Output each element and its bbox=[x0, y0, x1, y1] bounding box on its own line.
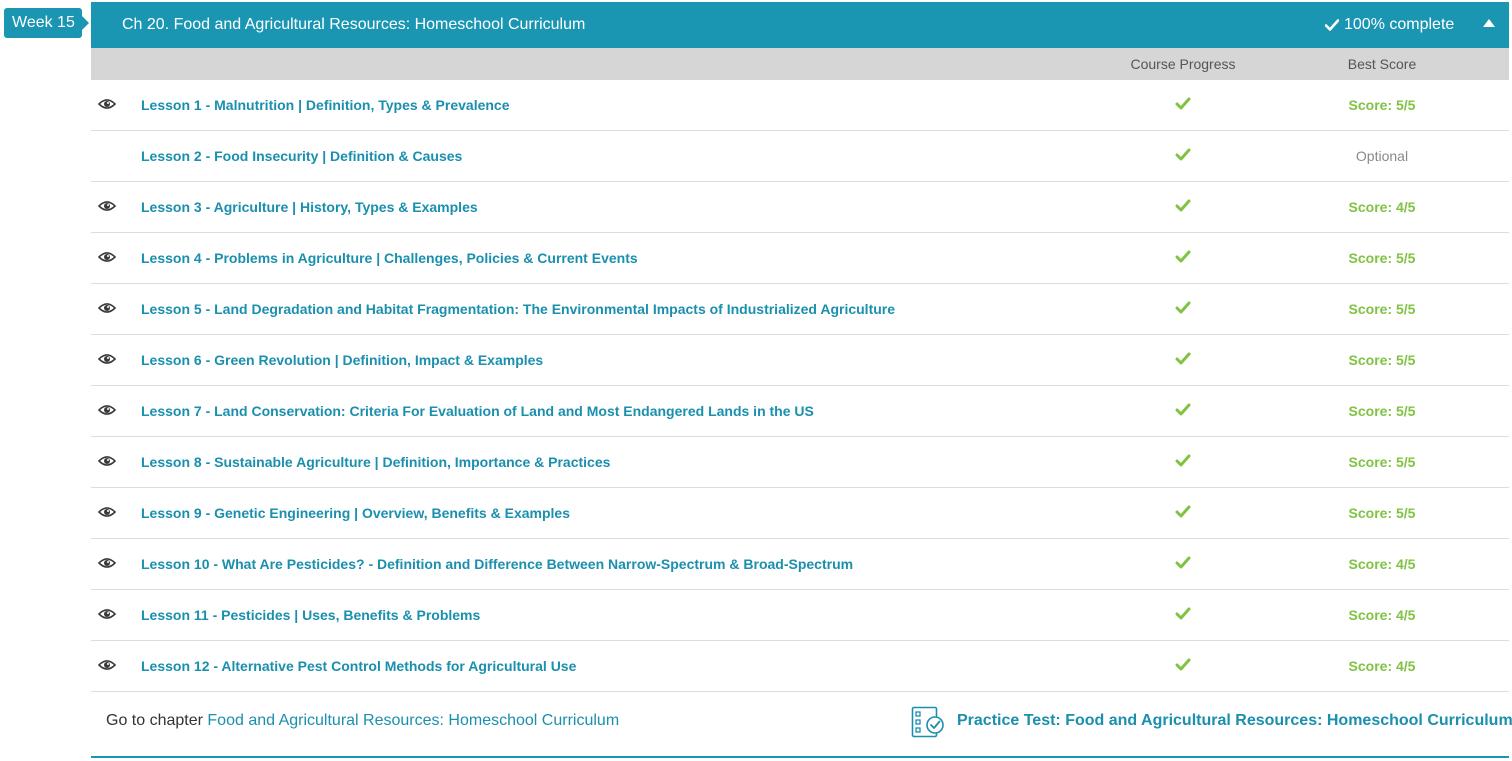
lesson-list: Lesson 1 - Malnutrition | Definition, Ty… bbox=[91, 80, 1509, 692]
lesson-link[interactable]: Lesson 9 - Genetic Engineering | Overvie… bbox=[141, 488, 570, 538]
lesson-score: Score: 5/5 bbox=[1348, 505, 1416, 521]
checkmark-icon bbox=[1325, 18, 1339, 31]
checkmark-icon bbox=[1175, 607, 1191, 620]
eye-icon[interactable] bbox=[98, 98, 116, 110]
lesson-row: Lesson 7 - Land Conservation: Criteria F… bbox=[91, 386, 1509, 437]
lesson-score: Score: 5/5 bbox=[1348, 454, 1416, 470]
eye-icon[interactable] bbox=[98, 659, 116, 671]
week-badge: Week 15 bbox=[4, 8, 89, 38]
checkmark-icon bbox=[1175, 97, 1191, 110]
checkmark-icon bbox=[1175, 301, 1191, 314]
checkmark-icon bbox=[1175, 556, 1191, 569]
lesson-row: Lesson 12 - Alternative Pest Control Met… bbox=[91, 641, 1509, 692]
checkmark-icon bbox=[1175, 148, 1191, 161]
lesson-link[interactable]: Lesson 4 - Problems in Agriculture | Cha… bbox=[141, 233, 638, 283]
completion-text: 100% complete bbox=[1344, 16, 1455, 33]
checkmark-icon bbox=[1175, 352, 1191, 365]
lesson-score: Score: 4/5 bbox=[1348, 658, 1416, 674]
column-header-row: Course Progress Best Score bbox=[91, 48, 1509, 80]
eye-icon[interactable] bbox=[98, 455, 116, 467]
lesson-row: Lesson 6 - Green Revolution | Definition… bbox=[91, 335, 1509, 386]
goto-chapter: Go to chapter Food and Agricultural Reso… bbox=[106, 692, 619, 749]
lesson-row: Lesson 2 - Food Insecurity | Definition … bbox=[91, 131, 1509, 182]
checkmark-icon bbox=[1175, 454, 1191, 467]
eye-icon[interactable] bbox=[98, 353, 116, 365]
chapter-footer: Go to chapter Food and Agricultural Reso… bbox=[91, 692, 1512, 758]
completion-status: 100% complete bbox=[1325, 2, 1454, 47]
lesson-score: Optional bbox=[1355, 148, 1409, 164]
lesson-row: Lesson 9 - Genetic Engineering | Overvie… bbox=[91, 488, 1509, 539]
lesson-link[interactable]: Lesson 6 - Green Revolution | Definition… bbox=[141, 335, 543, 385]
checkmark-icon bbox=[1175, 199, 1191, 212]
checklist-icon[interactable] bbox=[911, 706, 945, 738]
checkmark-icon bbox=[1175, 250, 1191, 263]
practice-test-link[interactable]: Practice Test: Food and Agricultural Res… bbox=[957, 692, 1512, 749]
lesson-link[interactable]: Lesson 3 - Agriculture | History, Types … bbox=[141, 182, 478, 232]
eye-icon[interactable] bbox=[98, 200, 116, 212]
eye-icon[interactable] bbox=[98, 608, 116, 620]
eye-icon[interactable] bbox=[98, 404, 116, 416]
chapter-header[interactable]: Ch 20. Food and Agricultural Resources: … bbox=[91, 2, 1509, 48]
lesson-row: Lesson 8 - Sustainable Agriculture | Def… bbox=[91, 437, 1509, 488]
lesson-link[interactable]: Lesson 1 - Malnutrition | Definition, Ty… bbox=[141, 80, 510, 130]
chapter-title[interactable]: Ch 20. Food and Agricultural Resources: … bbox=[122, 2, 585, 47]
checkmark-icon bbox=[1175, 505, 1191, 518]
eye-icon[interactable] bbox=[98, 557, 116, 569]
eye-icon[interactable] bbox=[98, 506, 116, 518]
eye-icon[interactable] bbox=[98, 251, 116, 263]
lesson-score: Score: 4/5 bbox=[1348, 199, 1416, 215]
lesson-link[interactable]: Lesson 10 - What Are Pesticides? - Defin… bbox=[141, 539, 853, 589]
lesson-link[interactable]: Lesson 12 - Alternative Pest Control Met… bbox=[141, 641, 576, 691]
checkmark-icon bbox=[1175, 658, 1191, 671]
lesson-row: Lesson 5 - Land Degradation and Habitat … bbox=[91, 284, 1509, 335]
column-header-progress: Course Progress bbox=[1130, 56, 1236, 72]
lesson-link[interactable]: Lesson 7 - Land Conservation: Criteria F… bbox=[141, 386, 814, 436]
lesson-link[interactable]: Lesson 8 - Sustainable Agriculture | Def… bbox=[141, 437, 610, 487]
column-header-score: Best Score bbox=[1347, 56, 1417, 72]
lesson-score: Score: 5/5 bbox=[1348, 403, 1416, 419]
lesson-score: Score: 5/5 bbox=[1348, 97, 1416, 113]
lesson-row: Lesson 4 - Problems in Agriculture | Cha… bbox=[91, 233, 1509, 284]
lesson-link[interactable]: Lesson 5 - Land Degradation and Habitat … bbox=[141, 284, 895, 334]
lesson-link[interactable]: Lesson 11 - Pesticides | Uses, Benefits … bbox=[141, 590, 480, 640]
lesson-score: Score: 5/5 bbox=[1348, 352, 1416, 368]
goto-prefix: Go to chapter bbox=[106, 712, 203, 729]
chapter-panel: Ch 20. Food and Agricultural Resources: … bbox=[91, 2, 1512, 758]
eye-icon[interactable] bbox=[98, 302, 116, 314]
week-label: Week 15 bbox=[12, 14, 75, 31]
checkmark-icon bbox=[1175, 403, 1191, 416]
lesson-link[interactable]: Lesson 2 - Food Insecurity | Definition … bbox=[141, 131, 462, 181]
lesson-score: Score: 4/5 bbox=[1348, 556, 1416, 572]
goto-chapter-link[interactable]: Food and Agricultural Resources: Homesch… bbox=[207, 712, 619, 729]
lesson-score: Score: 5/5 bbox=[1348, 301, 1416, 317]
lesson-row: Lesson 10 - What Are Pesticides? - Defin… bbox=[91, 539, 1509, 590]
caret-up-icon[interactable] bbox=[1483, 19, 1495, 27]
lesson-row: Lesson 1 - Malnutrition | Definition, Ty… bbox=[91, 80, 1509, 131]
lesson-row: Lesson 3 - Agriculture | History, Types … bbox=[91, 182, 1509, 233]
lesson-score: Score: 4/5 bbox=[1348, 607, 1416, 623]
lesson-score: Score: 5/5 bbox=[1348, 250, 1416, 266]
lesson-row: Lesson 11 - Pesticides | Uses, Benefits … bbox=[91, 590, 1509, 641]
